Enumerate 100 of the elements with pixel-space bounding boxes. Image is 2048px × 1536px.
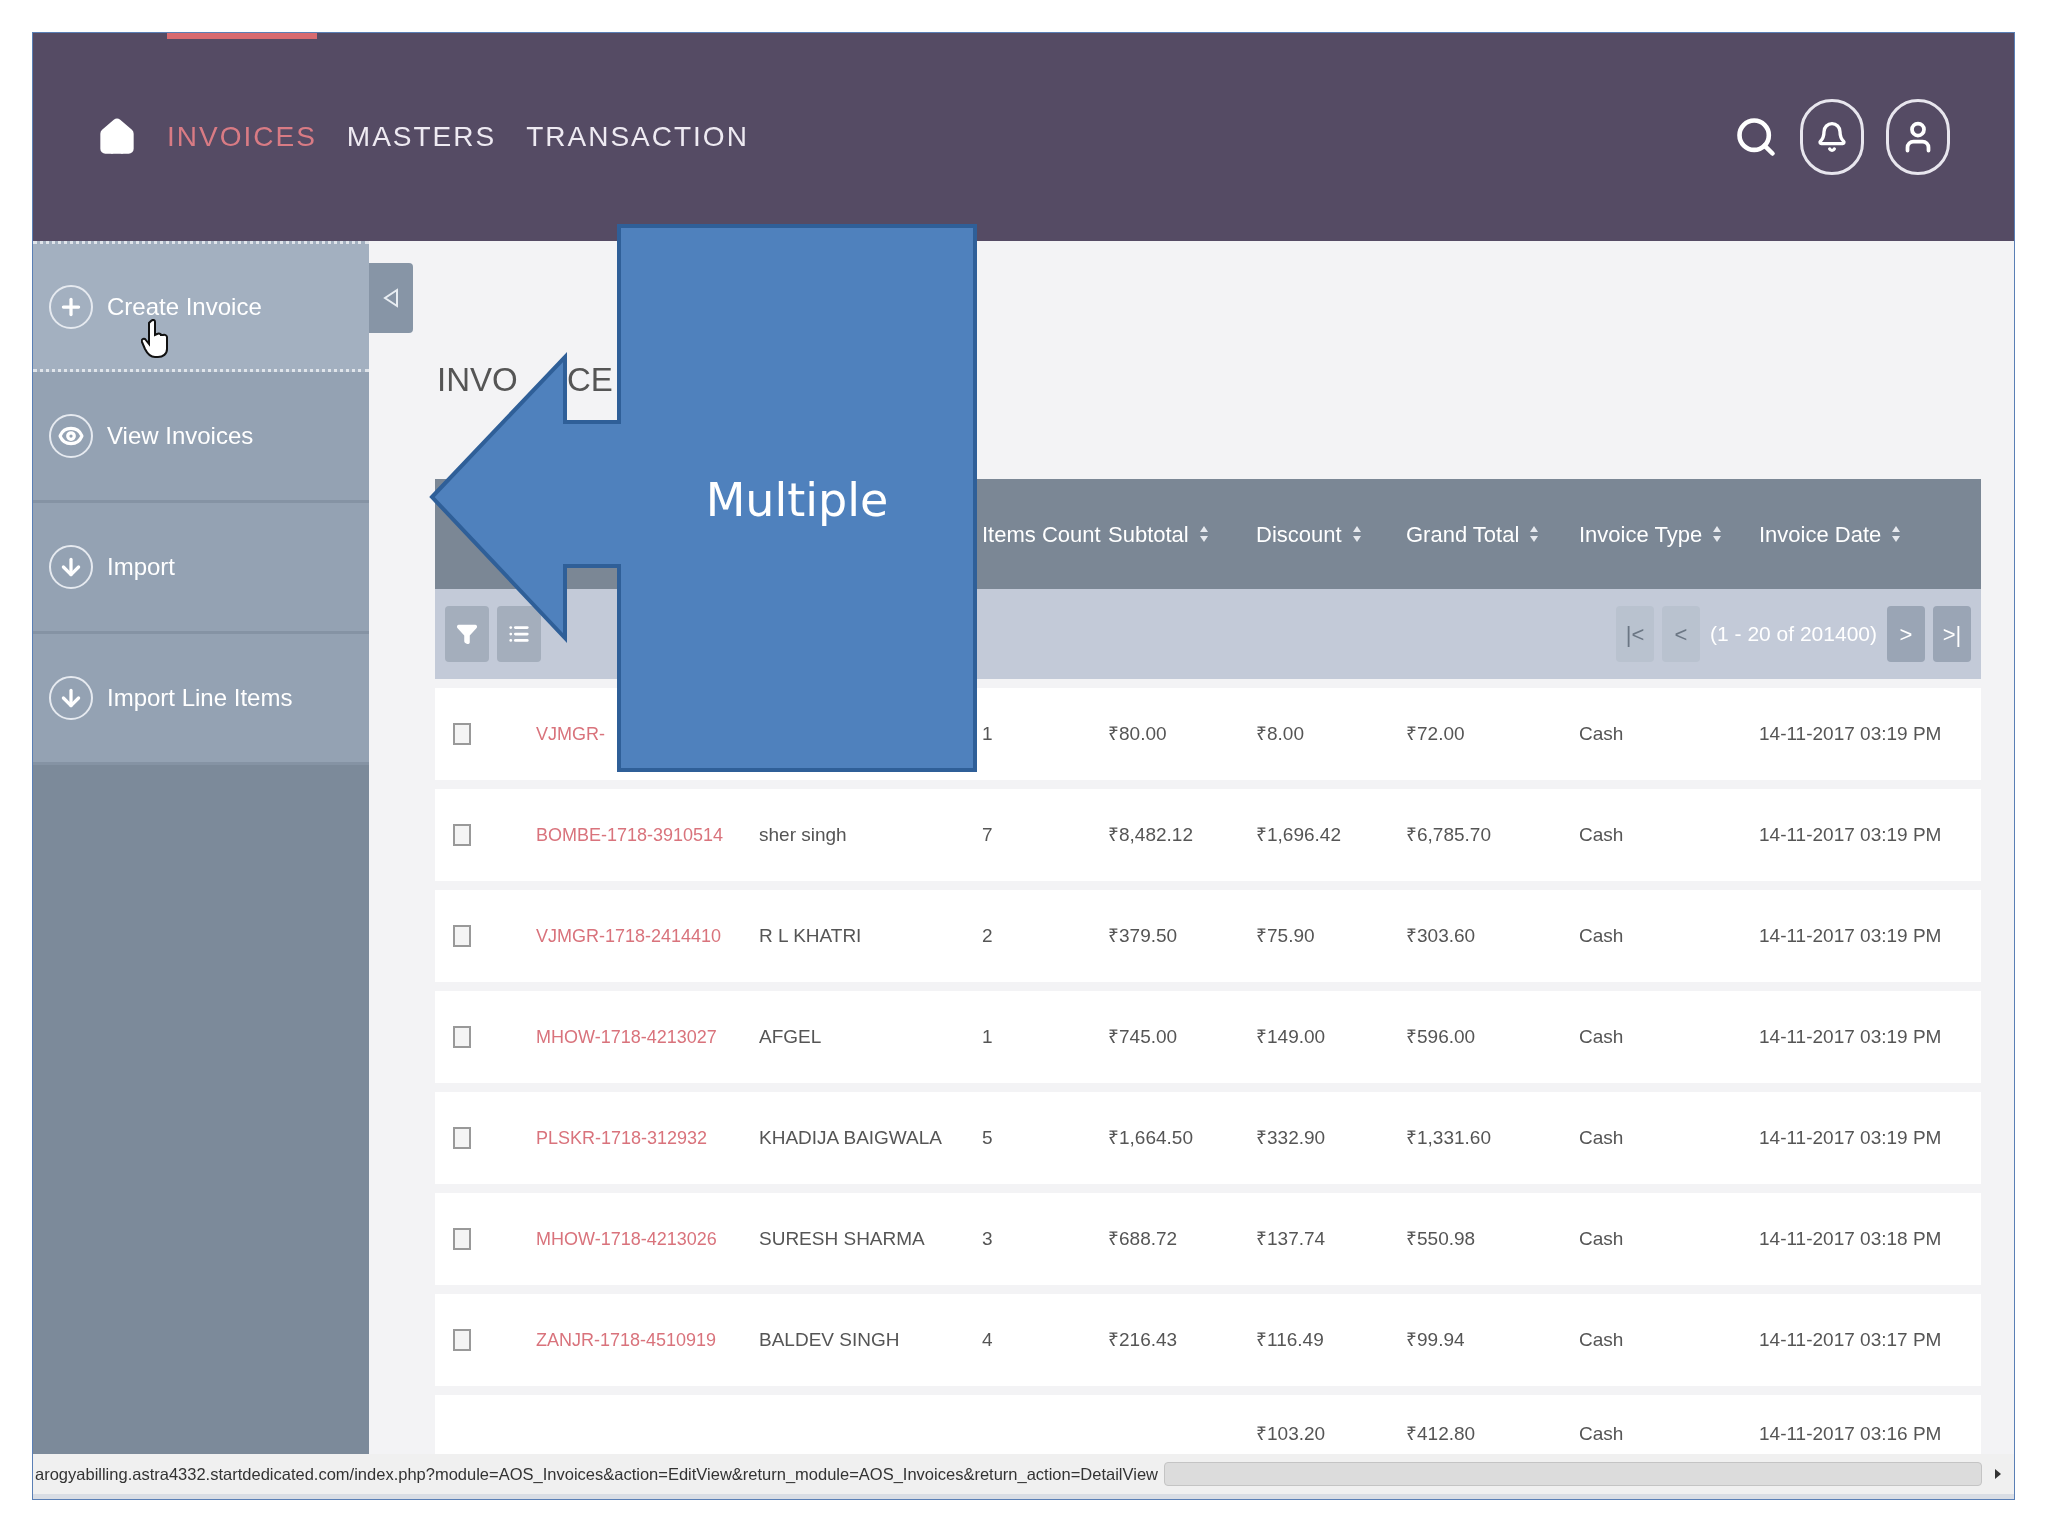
sort-icon[interactable] — [1891, 525, 1902, 543]
table-cell: Cash — [1579, 1422, 1624, 1444]
table-cell: ₹72.00 — [1406, 722, 1465, 744]
table-row[interactable]: ₹103.20 ₹412.80 Cash 14-11-2017 03:16 PM — [435, 1395, 1981, 1454]
table-cell: ₹75.90 — [1256, 924, 1315, 946]
search-icon[interactable] — [1734, 115, 1778, 159]
table-row[interactable]: PLSKR-1718-312932 KHADIJA BAIGWALA 5 ₹1,664.50 ₹332.90 ₹1,331.60 Cash 14-11-2017 03:19 PM — [435, 1092, 1981, 1184]
table-cell: Cash — [1579, 1126, 1624, 1148]
table-cell: KHADIJA BAIGWALA — [759, 1126, 942, 1148]
sort-icon[interactable] — [1198, 525, 1209, 543]
table-cell: Cash — [1579, 722, 1624, 744]
table-cell-text: 1 — [981, 722, 993, 744]
notification-bell-icon[interactable] — [1800, 99, 1864, 175]
table-row[interactable]: MHOW-1718-4213026 SURESH SHARMA 3 ₹688.72 ₹137.74 ₹550.98 Cash 14-11-2017 03:18 PM — [435, 1193, 1981, 1285]
link-url: arogyabilling.astra4332.startdedicated.com/index.php?module=AOS_Invoices&action=EditView&return_module=AOS_Invoices&return_action=DetailView — [34, 1463, 1158, 1485]
callout-label: Multiple — [705, 472, 889, 529]
invoice-number-link[interactable]: MHOW-1718-4213026 — [536, 1228, 717, 1249]
table-cell: ₹116.49 — [1256, 1328, 1324, 1350]
column-header[interactable]: Invoice Date — [1759, 517, 1882, 551]
table-cell: ₹149.00 — [1256, 1025, 1326, 1047]
table-cell: SURESH SHARMA — [759, 1227, 925, 1249]
row-checkbox[interactable] — [453, 1228, 471, 1250]
table-cell: 14-11-2017 03:16 PM — [1759, 1422, 1942, 1444]
list-icon — [508, 623, 530, 645]
row-checkbox[interactable] — [453, 824, 471, 846]
column-header[interactable]: Grand Total — [1406, 517, 1520, 551]
table-cell: ₹688.72 — [1108, 1227, 1178, 1249]
table-cell: ₹137.74 — [1256, 1227, 1326, 1249]
nav-tab[interactable]: TRANSACTION — [526, 116, 749, 158]
invoice-number-link[interactable]: MHOW-1718-4213027 — [536, 1026, 717, 1047]
table-cell: 14-11-2017 03:19 PM — [1759, 924, 1942, 946]
table-cell: ₹8.00 — [1256, 722, 1304, 744]
table-cell-text: 3 — [981, 1227, 993, 1249]
column-header[interactable]: Discount — [1256, 517, 1342, 551]
column-chooser-button[interactable] — [497, 606, 541, 662]
invoice-number-link[interactable]: ZANJR-1718-4510919 — [536, 1329, 717, 1350]
collapse-sidebar-button[interactable] — [369, 263, 413, 333]
invoice-number-link[interactable]: PLSKR-1718-312932 — [536, 1127, 708, 1148]
column-header[interactable]: Invoice Type — [1579, 517, 1703, 551]
table-cell: ₹80.00 — [1108, 722, 1167, 744]
sidebar-item[interactable]: Import Line Items — [33, 634, 369, 765]
page-button[interactable]: >| — [1933, 606, 1971, 662]
table-row[interactable]: BOMBE-1718-3910514 sher singh 7 ₹8,482.12 ₹1,696.42 ₹6,785.70 Cash 14-11-2017 03:19 PM — [435, 789, 1981, 881]
filter-button[interactable] — [445, 606, 489, 662]
home-icon[interactable] — [97, 117, 137, 157]
sort-icon[interactable] — [1712, 525, 1723, 543]
row-checkbox[interactable] — [453, 1026, 471, 1048]
sort-icon[interactable] — [1529, 525, 1540, 543]
table-cell: AFGEL — [759, 1025, 822, 1047]
left-triangle-icon — [383, 288, 399, 308]
table-cell: ₹303.60 — [1406, 924, 1476, 946]
table-cell: ₹99.94 — [1406, 1328, 1465, 1350]
table-cell: ₹1,664.50 — [1108, 1126, 1193, 1148]
table-cell: 14-11-2017 03:19 PM — [1759, 722, 1942, 744]
table-cell: ₹8,482.12 — [1108, 823, 1193, 845]
table-cell: ₹379.50 — [1108, 924, 1178, 946]
sidebar-item[interactable]: Create Invoice — [33, 241, 369, 372]
table-cell: Cash — [1579, 1328, 1624, 1350]
table-cell: R L KHATRI — [759, 924, 862, 946]
table-cell: ₹216.43 — [1108, 1328, 1178, 1350]
user-profile-icon[interactable] — [1886, 99, 1950, 175]
invoice-number-link[interactable]: VJMGR- — [536, 723, 605, 744]
invoice-number-link[interactable]: BOMBE-1718-3910514 — [536, 824, 724, 845]
table-row[interactable]: MHOW-1718-4213027 AFGEL 1 ₹745.00 ₹149.00 ₹596.00 Cash 14-11-2017 03:19 PM — [435, 991, 1981, 1083]
row-checkbox[interactable] — [453, 1127, 471, 1149]
table-cell: ₹412.80 — [1406, 1422, 1476, 1444]
column-header[interactable]: Subtotal — [1108, 517, 1189, 551]
table-cell: 14-11-2017 03:19 PM — [1759, 1025, 1942, 1047]
nav-tab[interactable]: INVOICES — [167, 116, 317, 158]
page-title: CE — [567, 363, 613, 396]
table-cell: ₹1,331.60 — [1406, 1126, 1491, 1148]
table-cell: Cash — [1579, 1227, 1624, 1249]
table-cell-text: 4 — [981, 1328, 993, 1350]
sidebar-item[interactable]: Import — [33, 503, 369, 634]
eye-icon — [49, 414, 93, 458]
table-cell: sher singh — [759, 823, 847, 845]
plus-icon — [49, 284, 93, 329]
scroll-right-icon[interactable] — [1994, 1468, 2002, 1480]
row-checkbox[interactable] — [453, 723, 471, 745]
table-cell: ₹550.98 — [1406, 1227, 1476, 1249]
table-cell: Cash — [1579, 823, 1624, 845]
row-checkbox[interactable] — [453, 925, 471, 947]
row-checkbox[interactable] — [453, 1329, 471, 1351]
column-header[interactable]: Items Count — [982, 517, 1101, 551]
table-cell: BALDEV SINGH — [759, 1328, 900, 1350]
page-button[interactable]: > — [1887, 606, 1925, 662]
invoice-number-link[interactable]: VJMGR-1718-2414410 — [536, 925, 722, 946]
table-cell-text: 2 — [981, 924, 993, 946]
table-cell-text: 5 — [981, 1126, 993, 1148]
table-cell: ₹1,696.42 — [1256, 823, 1341, 845]
sort-icon[interactable] — [1351, 525, 1362, 543]
sidebar-item[interactable]: View Invoices — [33, 372, 369, 503]
page-range: (1 - 20 of 201400) — [1710, 621, 1877, 648]
table-cell-text: 7 — [981, 823, 993, 845]
page-title: INVO — [437, 363, 519, 396]
table-row[interactable]: ZANJR-1718-4510919 BALDEV SINGH 4 ₹216.43 ₹116.49 ₹99.94 Cash 14-11-2017 03:17 PM — [435, 1294, 1981, 1386]
table-cell: ₹6,785.70 — [1406, 823, 1491, 845]
table-row[interactable]: VJMGR-1718-2414410 R L KHATRI 2 ₹379.50 ₹75.90 ₹303.60 Cash 14-11-2017 03:19 PM — [435, 890, 1981, 982]
filter-icon — [456, 623, 478, 645]
nav-tab[interactable]: MASTERS — [346, 116, 497, 158]
